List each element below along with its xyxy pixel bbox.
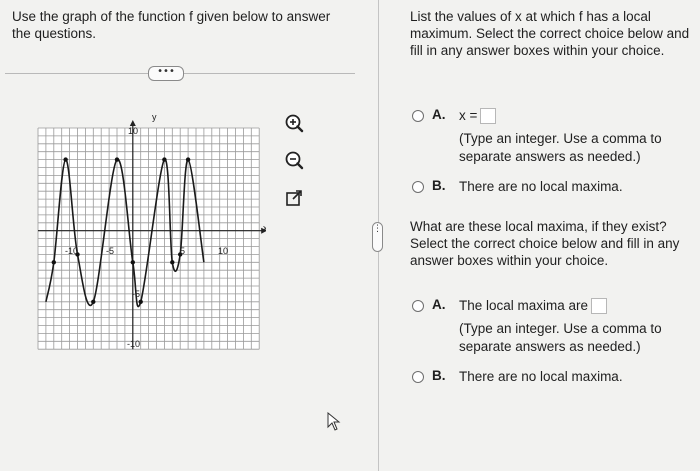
tick-label-y-neg5: -5 (132, 289, 140, 299)
prompt-local-max-x: List the values of x at which f has a lo… (410, 9, 690, 58)
q2-option-a-text: The local maxima are (459, 298, 589, 313)
q1-option-a-prefix: x = (459, 108, 478, 123)
tick-label-x-neg10: -10 (65, 246, 78, 256)
curve-point (63, 157, 68, 162)
q2-option-a-field: The local maxima are (459, 297, 608, 314)
mouse-cursor-icon (327, 412, 341, 431)
q1-option-a-hint: (Type an integer. Use a comma to separat… (459, 131, 662, 164)
left-pane: Use the graph of the function f given be… (0, 0, 378, 471)
right-pane: List the values of x at which f has a lo… (379, 0, 700, 471)
curve-point (51, 260, 56, 265)
curve-point (114, 157, 120, 162)
graph-grid (37, 127, 260, 350)
function-graph: -10 -5 5 10 10 -5 -10 x y (37, 113, 266, 350)
q1-option-a-letter: A. (432, 107, 446, 122)
x-axis-label: x (263, 223, 266, 233)
q2-option-a-letter: A. (432, 297, 446, 312)
y-axis-label: y (152, 113, 157, 122)
q2-option-a-hint: (Type an integer. Use a comma to separat… (459, 321, 662, 354)
q2-option-b-radio[interactable] (412, 371, 424, 383)
q2-option-b-letter: B. (432, 368, 446, 383)
q1-option-b-text: There are no local maxima. (459, 179, 623, 194)
curve-point (185, 157, 191, 162)
q1-option-a-field: x = (459, 107, 497, 124)
curve-point (91, 299, 96, 304)
q1-option-b-letter: B. (432, 178, 446, 193)
tick-label-x-5: 5 (180, 246, 185, 256)
curve-point (130, 260, 135, 265)
q2-answer-box[interactable] (591, 298, 608, 314)
question-text: Use the graph of the function f given be… (12, 9, 331, 41)
q1-option-a-radio[interactable] (412, 110, 424, 122)
prompt-local-max-values: What are these local maxima, if they exi… (410, 219, 680, 268)
zoom-out-icon[interactable] (283, 149, 305, 171)
curve-point (162, 157, 167, 162)
q2-option-a-radio[interactable] (412, 300, 424, 312)
external-link-icon[interactable] (283, 187, 305, 209)
tick-label-x-10: 10 (218, 246, 228, 256)
curve-point (138, 299, 143, 304)
curve-point (170, 260, 175, 265)
q2-option-b-text: There are no local maxima. (459, 369, 623, 384)
q1-option-b-radio[interactable] (412, 181, 424, 193)
tick-label-y-10: 10 (128, 126, 138, 136)
tick-label-y-neg10: -10 (127, 339, 140, 349)
tick-label-x-neg5: -5 (106, 246, 114, 256)
more-button[interactable]: ••• (148, 66, 184, 81)
zoom-in-icon[interactable] (283, 112, 305, 134)
q1-answer-box[interactable] (480, 108, 497, 124)
